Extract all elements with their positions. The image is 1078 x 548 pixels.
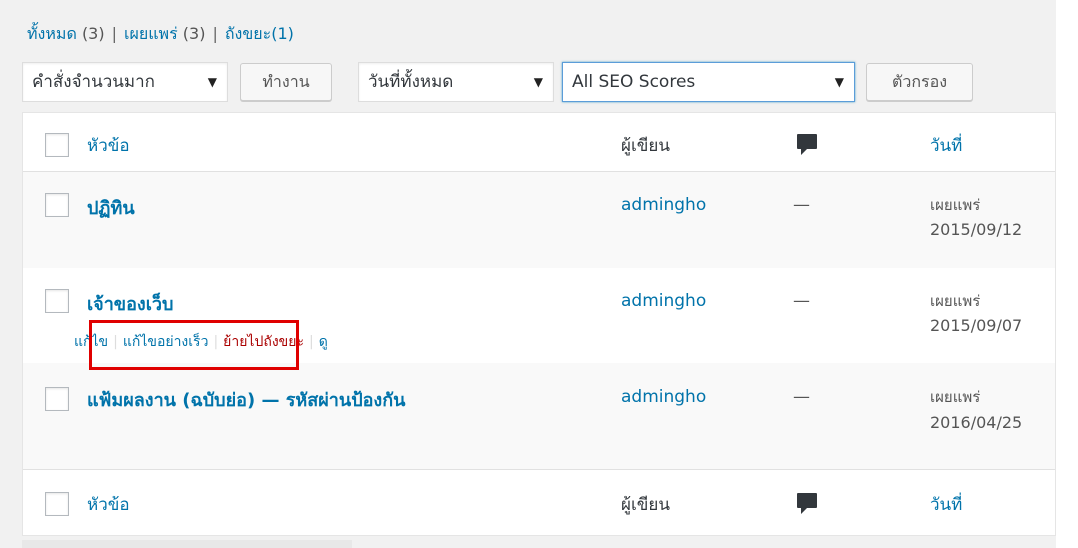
chevron-down-icon: ▼ — [207, 75, 217, 89]
filter-trash-count: (1) — [271, 24, 294, 43]
filter-button[interactable]: ตัวกรอง — [866, 63, 973, 101]
apply-button[interactable]: ทำงาน — [240, 63, 332, 101]
post-date: 2015/09/12 — [930, 220, 1023, 239]
post-status: เผยแพร่ — [930, 196, 981, 214]
select-all-checkbox[interactable] — [45, 133, 69, 157]
filter-published-count: (3) — [182, 24, 206, 43]
annotation-highlight-box — [89, 320, 299, 370]
post-author-link[interactable]: admingho — [621, 387, 706, 407]
view-link[interactable]: ดู — [319, 334, 328, 350]
column-title-header[interactable]: หัวข้อ — [87, 132, 130, 159]
seo-score-filter-select[interactable]: All SEO Scores ▼ — [562, 62, 855, 102]
filter-all-link[interactable]: ทั้งหมด (3) — [27, 24, 105, 43]
filter-trash-link[interactable]: ถังขยะ(1) — [225, 24, 294, 43]
bulk-actions-value: คำสั่งจำนวนมาก — [32, 72, 155, 92]
post-title-link[interactable]: เจ้าของเว็บ — [87, 289, 173, 318]
filter-published-label: เผยแพร่ — [124, 24, 178, 43]
filter-published-link[interactable]: เผยแพร่ (3) — [124, 24, 205, 43]
page-edge — [1056, 0, 1078, 548]
bulk-actions-select[interactable]: คำสั่งจำนวนมาก ▼ — [22, 62, 228, 102]
column-author-header: ผู้เขียน — [621, 136, 670, 156]
table-row: ปฏิทิน admingho — เผยแพร่ 2015/09/12 — [23, 172, 1055, 268]
row-checkbox[interactable] — [45, 289, 69, 313]
row-checkbox[interactable] — [45, 387, 69, 411]
filter-all-count: (3) — [81, 24, 105, 43]
filter-trash-label: ถังขยะ — [224, 24, 272, 43]
separator: | — [111, 24, 117, 43]
column-date-header[interactable]: วันที่ — [930, 132, 962, 159]
table-footer: หัวข้อ ผู้เขียน วันที่ — [23, 470, 1055, 535]
seo-filter-value: All SEO Scores — [572, 72, 696, 92]
table-row: แฟ้มผลงาน (ฉบับย่อ) — รหัสผ่านป้องกัน ad… — [23, 363, 1055, 469]
post-title-link[interactable]: แฟ้มผลงาน (ฉบับย่อ) — รหัสผ่านป้องกัน — [87, 385, 405, 414]
post-date: 2016/04/25 — [930, 413, 1023, 432]
filter-all-label: ทั้งหมด — [27, 24, 77, 43]
table-header: หัวข้อ ผู้เขียน วันที่ — [23, 113, 1055, 171]
date-filter-select[interactable]: วันที่ทั้งหมด ▼ — [358, 62, 554, 102]
post-title-link[interactable]: ปฏิทิน — [87, 193, 135, 222]
column-date-footer[interactable]: วันที่ — [930, 491, 962, 518]
row-checkbox[interactable] — [45, 193, 69, 217]
post-status: เผยแพร่ — [930, 292, 981, 310]
comment-bubble-icon[interactable] — [796, 492, 818, 516]
column-title-footer[interactable]: หัวข้อ — [87, 491, 130, 518]
chevron-down-icon: ▼ — [834, 75, 844, 89]
post-status: เผยแพร่ — [930, 388, 981, 406]
separator: | — [212, 24, 218, 43]
post-author-link[interactable]: admingho — [621, 195, 706, 215]
post-date: 2015/09/07 — [930, 316, 1023, 335]
select-all-checkbox[interactable] — [45, 492, 69, 516]
status-filter-links: ทั้งหมด (3) | เผยแพร่ (3) | ถังขยะ(1) — [27, 22, 294, 47]
post-comments: — — [793, 291, 810, 311]
separator: | — [308, 334, 314, 350]
post-author-link[interactable]: admingho — [621, 291, 706, 311]
bottom-toolbar-edge — [22, 540, 352, 548]
date-filter-value: วันที่ทั้งหมด — [368, 72, 454, 92]
post-comments: — — [793, 195, 810, 215]
comment-bubble-icon[interactable] — [796, 133, 818, 157]
chevron-down-icon: ▼ — [533, 75, 543, 89]
column-author-footer: ผู้เขียน — [621, 495, 670, 515]
post-comments: — — [793, 387, 810, 407]
